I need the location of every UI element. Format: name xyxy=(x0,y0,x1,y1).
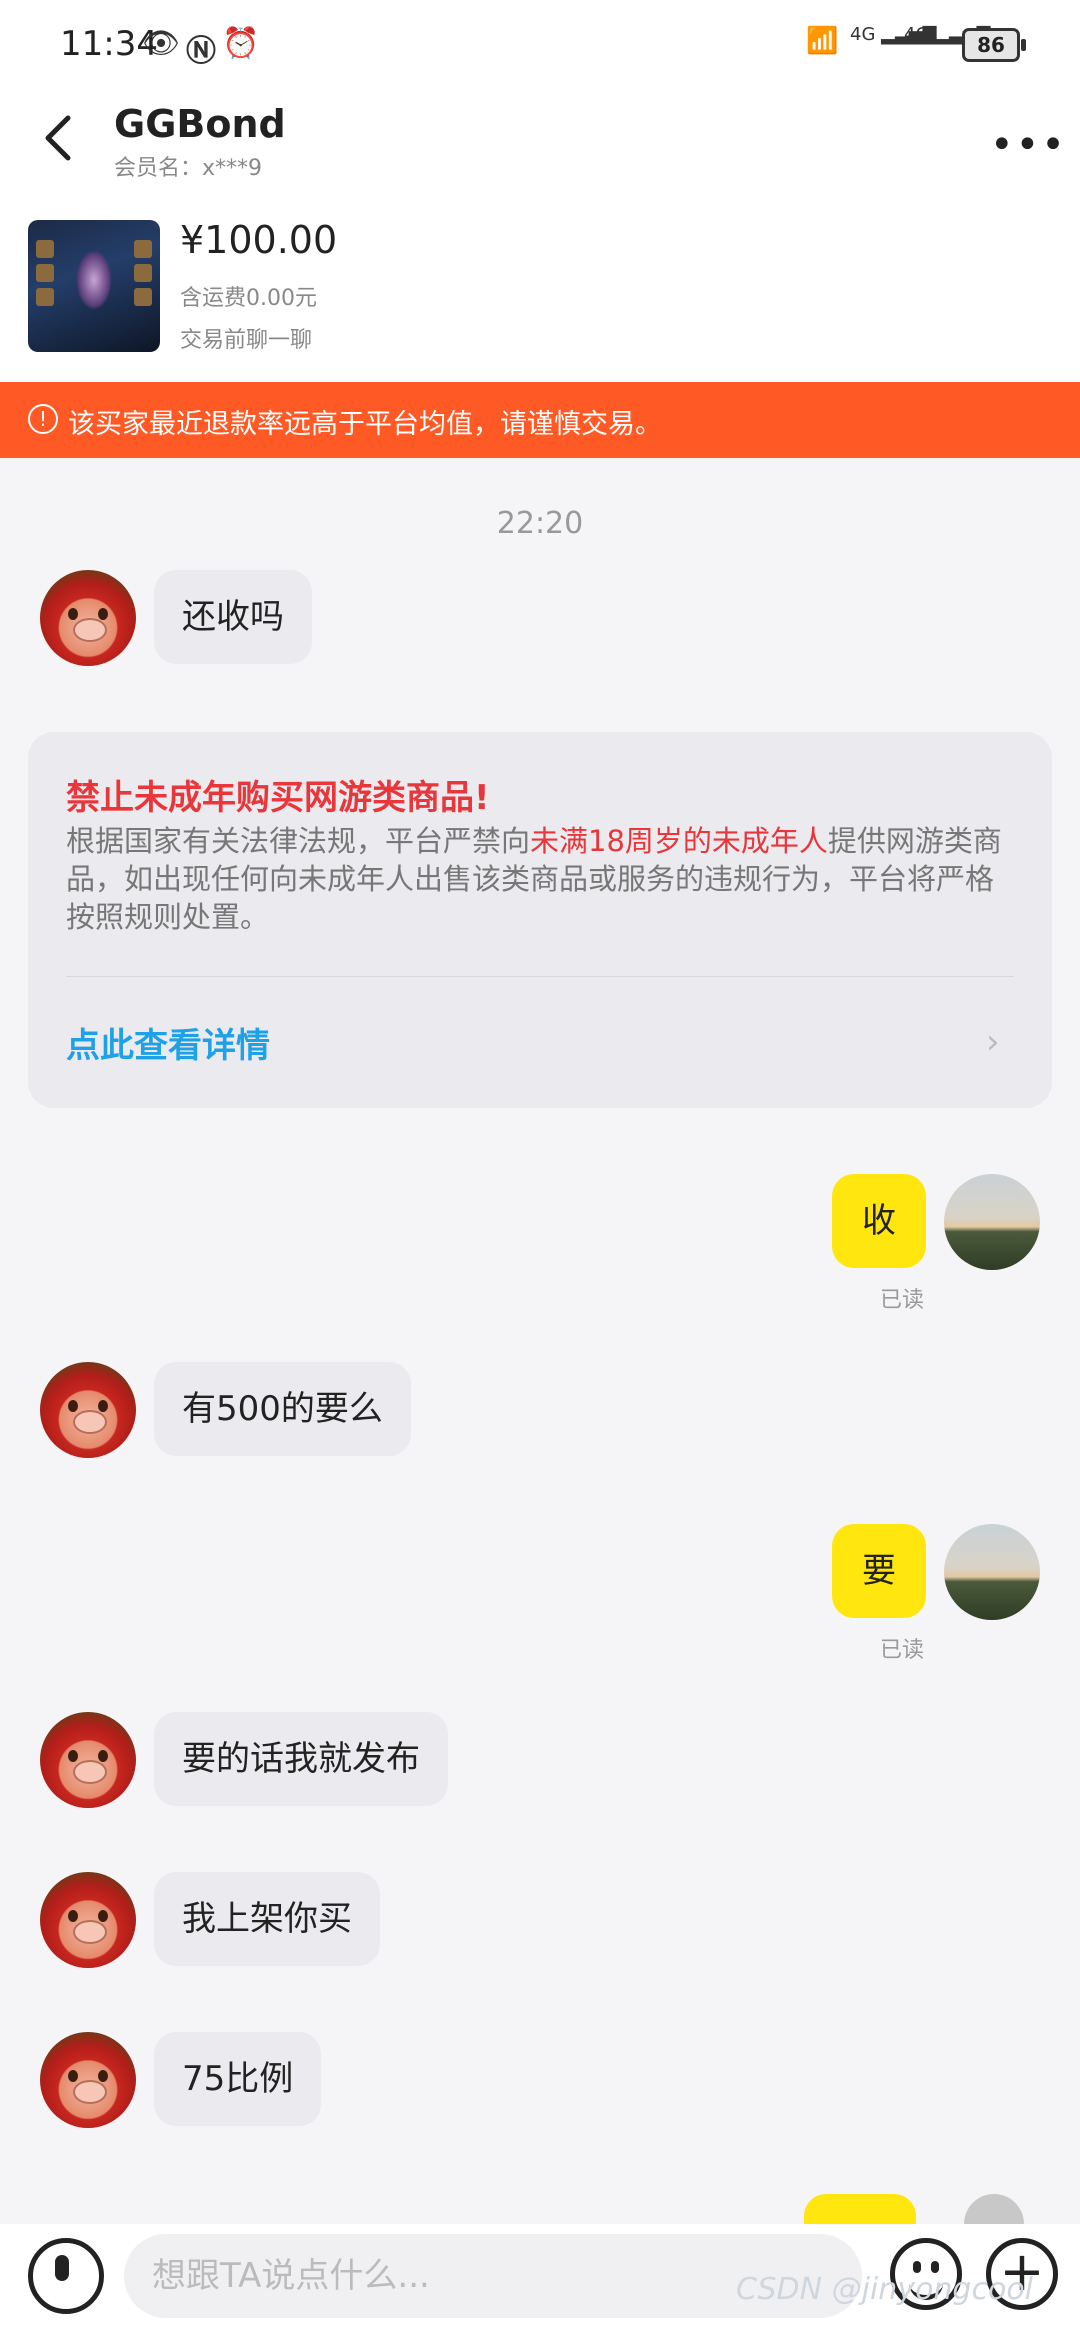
contact-avatar[interactable] xyxy=(40,1872,136,1968)
message-bubble-left[interactable]: 有500的要么 xyxy=(154,1362,411,1456)
warning-banner: ! 该买家最近退款率远高于平台均值，请谨慎交易。 xyxy=(0,382,1080,458)
message-bubble-right[interactable]: 收 xyxy=(832,1174,926,1268)
user-avatar[interactable] xyxy=(944,1174,1040,1270)
message-bubble-right[interactable]: 要 xyxy=(832,1524,926,1618)
back-arrow-icon[interactable] xyxy=(38,110,78,166)
notice-title: 禁止未成年购买网游类商品! xyxy=(66,778,490,818)
read-status: 已读 xyxy=(880,1288,925,1313)
contact-avatar[interactable] xyxy=(40,1362,136,1458)
read-status: 已读 xyxy=(880,1638,925,1663)
contact-avatar[interactable] xyxy=(40,1712,136,1808)
message-bubble-left[interactable]: 要的话我就发布 xyxy=(154,1712,448,1806)
microphone-icon[interactable] xyxy=(28,2238,104,2314)
wifi-icon: 📶 xyxy=(806,26,839,56)
product-thumbnail[interactable] xyxy=(28,220,160,352)
minor-protection-notice: 禁止未成年购买网游类商品! 根据国家有关法律法规，平台严禁向未满18周岁的未成年… xyxy=(28,732,1052,1108)
chat-header: GGBond 会员名：x***9 ••• xyxy=(0,88,1080,192)
product-price: ¥100.00 xyxy=(180,218,338,262)
member-name: 会员名：x***9 xyxy=(114,156,263,181)
chat-hint: 交易前聊一聊 xyxy=(180,328,313,353)
battery-icon: 86 xyxy=(962,28,1026,62)
view-details-link[interactable]: 点此查看详情 xyxy=(66,1018,270,1067)
eye-icon: 👁 xyxy=(142,26,181,61)
alert-icon: ! xyxy=(28,404,58,434)
nfc-icon: Ⓝ xyxy=(186,34,216,69)
notice-body-highlight: 未满18周岁的未成年人 xyxy=(530,824,828,858)
page-title: GGBond xyxy=(114,102,286,146)
status-bar: 11:34 👁 Ⓝ ⏰ 📶 4G ▂▃▅▇ 4G ▂▃▅▇ 86 xyxy=(0,0,1080,88)
message-bubble-partial xyxy=(804,2194,916,2224)
more-options-icon[interactable]: ••• xyxy=(990,122,1067,168)
user-avatar-partial xyxy=(964,2194,1024,2224)
shipping-fee: 含运费0.00元 xyxy=(180,286,317,311)
product-card[interactable]: ¥100.00 含运费0.00元 交易前聊一聊 xyxy=(0,192,1080,382)
watermark: CSDN @jinyongcool xyxy=(736,2272,1034,2307)
message-bubble-left[interactable]: 75比例 xyxy=(154,2032,322,2126)
divider xyxy=(66,976,1014,977)
chevron-right-icon[interactable]: › xyxy=(986,1022,1000,1062)
notice-body: 根据国家有关法律法规，平台严禁向未满18周岁的未成年人提供网游类商品，如出现任何… xyxy=(66,822,1016,936)
contact-avatar[interactable] xyxy=(40,2032,136,2128)
notice-body-text: 根据国家有关法律法规，平台严禁向 xyxy=(66,824,531,858)
message-timestamp: 22:20 xyxy=(496,506,584,541)
user-avatar[interactable] xyxy=(944,1524,1040,1620)
alarm-icon: ⏰ xyxy=(222,26,260,61)
message-bubble-left[interactable]: 我上架你买 xyxy=(154,1872,380,1966)
contact-avatar[interactable] xyxy=(40,570,136,666)
message-bubble-left[interactable]: 还收吗 xyxy=(154,570,312,664)
warning-text: 该买家最近退款率远高于平台均值，请谨慎交易。 xyxy=(68,409,662,440)
